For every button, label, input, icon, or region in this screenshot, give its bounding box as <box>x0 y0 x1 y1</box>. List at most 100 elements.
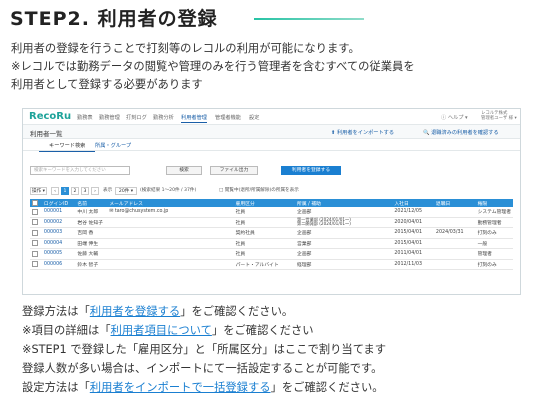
import-bulk-register-link[interactable]: 利用者をインポートで一括登録する <box>90 381 271 394</box>
col-employment[interactable]: 雇用区分 <box>233 199 296 207</box>
employment-cell-text: 社員 <box>235 241 246 247</box>
table-row[interactable]: 000002 岩谷 佐知子 社員 第一営業部 (2024/01/01〜) 第二開発部 (… <box>30 217 513 228</box>
table-row[interactable]: 000004 田端 伸生 社員 営業部 2015/04/01 一般 <box>30 238 513 249</box>
col-department[interactable]: 所属 / 補助 <box>295 199 393 207</box>
role-cell-text: システム管理者 <box>477 210 511 216</box>
login-id-cell[interactable]: 000002 <box>41 217 76 228</box>
login-id-cell-text[interactable]: 000001 <box>44 209 62 214</box>
login-id-cell[interactable]: 000003 <box>41 227 76 239</box>
register-user-button[interactable]: 利用者を登録する <box>281 166 341 175</box>
intro-line-3: 利用者として登録する必要があります <box>11 78 203 91</box>
login-id-cell[interactable]: 000006 <box>41 259 76 270</box>
file-export-button[interactable]: ファイル出力 <box>210 166 258 175</box>
department-cell: 企画部 <box>295 207 393 218</box>
body-line-1-prefix: 登録方法は「 <box>22 305 90 318</box>
col-login-id[interactable]: ログインID <box>41 199 76 207</box>
nav-item-kinmuhyo[interactable]: 勤務表 <box>77 114 93 121</box>
pager-next[interactable]: › <box>91 187 99 195</box>
row-checkbox[interactable] <box>30 238 42 249</box>
department-cell: 企画部 <box>295 248 393 260</box>
title-underline <box>254 18 364 20</box>
join-date-cell: 2020/04/01 <box>392 217 434 228</box>
department-cell: 経理部 <box>295 259 393 270</box>
email-cell: ✉ taro@chusystem.co.jp <box>107 207 234 218</box>
employment-cell-text: 社員 <box>235 210 246 216</box>
intro-line-1: 利用者の登録を行うことで打刻等のレコルの利用が可能になります。 <box>11 42 360 55</box>
employment-cell: 社員 <box>233 248 296 260</box>
login-id-cell[interactable]: 000005 <box>41 248 76 260</box>
body-line-2: ※項目の詳細は「利用者項目について」をご確認ください <box>22 322 314 338</box>
register-user-link[interactable]: 利用者を登録する <box>90 305 180 318</box>
pager-page-3[interactable]: 3 <box>81 187 89 195</box>
show-retired-filter[interactable]: □ 閲覧中(退所/所属解除)の所属を表示 <box>219 187 299 195</box>
role-cell: システム管理者 <box>475 207 513 218</box>
email-cell-text: taro@chusystem.co.jp <box>114 209 169 215</box>
body-line-5: 設定方法は「利用者をインポートで一括登録する」をご確認ください。 <box>22 379 384 395</box>
name-cell: 中川 太郎 <box>75 207 108 218</box>
body-line-3: ※STEP1 で登録した「雇用区分」と「所属区分」はここで割り当てます <box>22 343 387 356</box>
search-tabs: キーワード検索 所属・グループ <box>23 139 520 152</box>
name-cell: 田端 伸生 <box>75 238 108 249</box>
join-date-cell: 2015/04/01 <box>392 238 434 249</box>
department-cell-text: 企画部 <box>297 231 312 237</box>
pager-page-2[interactable]: 2 <box>71 187 79 195</box>
search-input[interactable]: 検索キーワードを入力してください <box>30 166 130 175</box>
role-cell-text: 一般 <box>477 241 488 247</box>
name-cell-text: 中川 太郎 <box>77 210 99 216</box>
login-id-cell[interactable]: 000004 <box>41 238 76 249</box>
row-checkbox[interactable] <box>30 217 42 228</box>
nav-item-daikoku-log[interactable]: 打刻ログ <box>126 114 147 121</box>
col-name[interactable]: 名前 <box>75 199 108 207</box>
body-line-2-prefix: ※項目の詳細は「 <box>22 324 111 337</box>
email-cell <box>107 238 234 249</box>
email-cell <box>107 248 234 260</box>
employment-cell: パート・アルバイト <box>233 259 296 270</box>
nav-item-kinmu-bunseki[interactable]: 勤務分析 <box>153 114 174 121</box>
user-fields-link[interactable]: 利用者項目について <box>111 324 212 337</box>
login-id-cell-text[interactable]: 000006 <box>44 262 62 267</box>
select-all-checkbox[interactable] <box>30 199 42 207</box>
retired-users-link[interactable]: 🔍 退職済みの利用者を確認する <box>423 129 499 136</box>
bulk-action-select[interactable]: 操作 ▾ <box>30 187 47 195</box>
department-cell: 企画部 <box>295 227 393 239</box>
login-id-cell-text[interactable]: 000004 <box>44 241 62 246</box>
pager-page-1[interactable]: 1 <box>61 187 69 195</box>
table-row[interactable]: 000003 吉岡 香 契約社員 企画部 2015/04/01 2024/03/31 打刻の… <box>30 227 513 239</box>
nav-item-kinmu-kanri[interactable]: 勤務管理 <box>99 114 120 121</box>
join-date-cell: 2021/12/05 <box>392 207 434 218</box>
nav-item-riyosha-kanri[interactable]: 利用者管理 <box>181 114 207 123</box>
col-join-date[interactable]: 入社日 <box>392 199 434 207</box>
nav-item-kanrisha-kino[interactable]: 管理者機能 <box>215 114 241 121</box>
table-row[interactable]: 000001 中川 太郎 ✉ taro@chusystem.co.jp 社員 企画部 20… <box>30 207 513 218</box>
top-nav: RecoRu 勤務表 勤務管理 打刻ログ 勤務分析 利用者管理 管理者機能 設定… <box>23 109 520 125</box>
col-role[interactable]: 権限 <box>475 199 513 207</box>
row-checkbox[interactable] <box>30 227 42 239</box>
login-id-cell-text[interactable]: 000002 <box>44 220 62 225</box>
join-date-cell-text: 2011/04/01 <box>394 251 422 257</box>
table-row[interactable]: 000006 鈴木 智子 パート・アルバイト 経理部 2012/11/03 打刻のみ <box>30 259 513 270</box>
import-users-link[interactable]: ⬆ 利用者をインポートする <box>331 129 394 136</box>
body-line-1: 登録方法は「利用者を登録する」をご確認ください。 <box>22 303 293 319</box>
pager-prev[interactable]: ‹ <box>51 187 59 195</box>
col-leave-date[interactable]: 退職日 <box>433 199 476 207</box>
page-title: 利用者一覧 <box>30 130 63 138</box>
page-size-select[interactable]: 20件 ▾ <box>115 187 137 195</box>
join-date-cell: 2015/04/01 <box>392 227 434 239</box>
table-row[interactable]: 000005 佐藤 大輔 社員 企画部 2011/04/01 管理者 <box>30 248 513 260</box>
name-cell: 鈴木 智子 <box>75 259 108 270</box>
nav-item-settei[interactable]: 設定 <box>249 114 259 121</box>
join-date-cell-text: 2021/12/05 <box>394 209 422 215</box>
tab-group-search[interactable]: 所属・グループ <box>85 142 141 149</box>
join-date-cell-text: 2015/04/01 <box>394 240 422 246</box>
row-checkbox[interactable] <box>30 259 42 270</box>
department-cell-text: 営業部 <box>297 241 312 247</box>
login-id-cell-text[interactable]: 000005 <box>44 251 62 256</box>
login-id-cell-text[interactable]: 000003 <box>44 230 62 235</box>
row-checkbox[interactable] <box>30 248 42 260</box>
col-email[interactable]: メールアドレス <box>107 199 234 207</box>
user-menu[interactable]: レコルテ株式 管理者ユーザ 様 ▾ <box>481 111 517 121</box>
login-id-cell[interactable]: 000001 <box>41 207 76 218</box>
search-button[interactable]: 検索 <box>166 166 202 175</box>
help-menu[interactable]: ⓘ ヘルプ ▾ <box>441 114 468 121</box>
row-checkbox[interactable] <box>30 207 42 218</box>
